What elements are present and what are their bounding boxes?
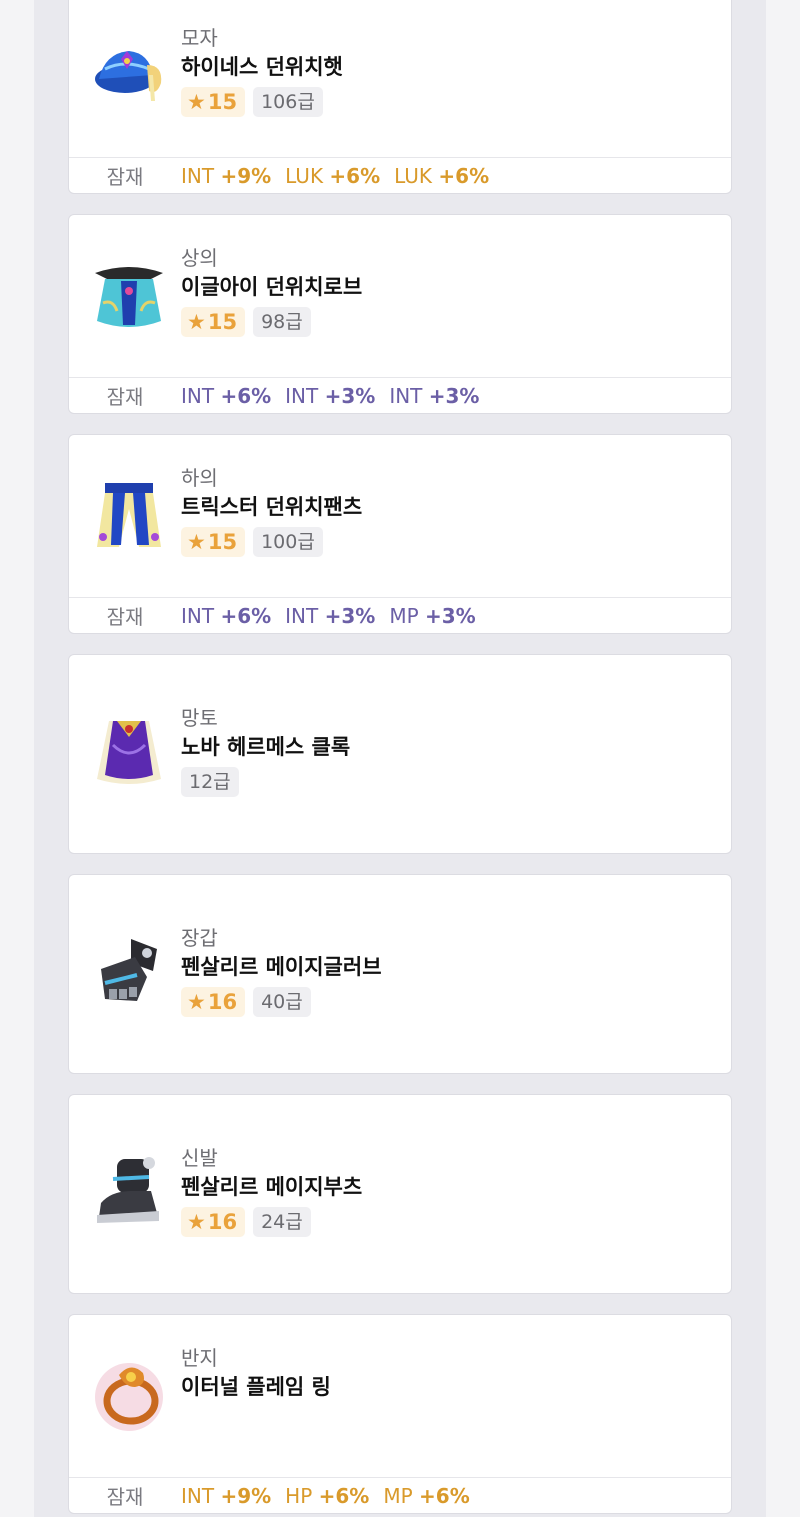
potential-line: INT +3% <box>285 603 376 628</box>
equipment-card-ring[interactable]: 반지 이터널 플레임 링 잠재 INT +9% HP +6% MP +6% <box>68 1314 732 1514</box>
grade-badge: 100급 <box>253 527 323 557</box>
equipment-card-bottom[interactable]: 하의 트릭스터 던위치팬츠 ★ 15 100급 잠재 INT +6% INT +3… <box>68 434 732 634</box>
potential-line: INT +9% <box>181 163 272 188</box>
potential-line: INT +3% <box>285 383 376 408</box>
item-name[interactable]: 이터널 플레임 링 <box>181 1373 331 1405</box>
equipment-card-gloves[interactable]: 장갑 펜살리르 메이지글러브 ★ 16 40급 <box>68 874 732 1074</box>
starforce-badge: ★ 15 <box>181 307 246 337</box>
starforce-value: 16 <box>207 1210 238 1234</box>
item-slot: 망토 <box>181 706 218 730</box>
glove-icon <box>91 933 167 1009</box>
potential-line: HP +6% <box>285 1483 370 1508</box>
potential-line: MP +6% <box>383 1483 470 1508</box>
potential-row: 잠재 INT +9% LUK +6% LUK +6% <box>69 157 731 193</box>
potential-line: INT +3% <box>389 383 480 408</box>
starforce-badge: ★ 15 <box>181 527 246 557</box>
item-slot: 상의 <box>181 246 218 270</box>
item-name[interactable]: 노바 헤르메스 클록 <box>181 733 350 765</box>
potential-line: INT +6% <box>181 603 272 628</box>
potential-row: 잠재 INT +9% HP +6% MP +6% <box>69 1477 731 1513</box>
starforce-badge: ★ 16 <box>181 1207 246 1237</box>
potential-label: 잠재 <box>106 1485 144 1509</box>
starforce-value: 15 <box>207 530 238 554</box>
potential-label: 잠재 <box>106 605 144 629</box>
ring-icon <box>91 1357 167 1433</box>
item-slot: 장갑 <box>181 926 218 950</box>
robe-icon <box>91 263 167 339</box>
potential-line: LUK +6% <box>394 163 490 188</box>
item-name[interactable]: 트릭스터 던위치팬츠 <box>181 493 362 525</box>
star-icon: ★ <box>187 90 206 114</box>
item-slot: 하의 <box>181 466 218 490</box>
potential-line: LUK +6% <box>285 163 381 188</box>
cape-icon <box>91 715 167 791</box>
item-name[interactable]: 펜살리르 메이지부츠 <box>181 1173 362 1205</box>
potential-line: MP +3% <box>389 603 476 628</box>
item-slot: 반지 <box>181 1346 218 1370</box>
starforce-badge: ★ 16 <box>181 987 246 1017</box>
equipment-card-shoes[interactable]: 신발 펜살리르 메이지부츠 ★ 16 24급 <box>68 1094 732 1294</box>
grade-badge: 98급 <box>253 307 311 337</box>
grade-badge: 24급 <box>253 1207 311 1237</box>
potential-row: 잠재 INT +6% INT +3% MP +3% <box>69 597 731 633</box>
item-slot: 신발 <box>181 1146 218 1170</box>
boots-icon <box>91 1153 167 1229</box>
starforce-badge: ★ 15 <box>181 87 246 117</box>
star-icon: ★ <box>187 530 206 554</box>
potential-label: 잠재 <box>106 385 144 409</box>
item-name[interactable]: 하이네스 던위치햇 <box>181 53 343 85</box>
grade-badge: 40급 <box>253 987 311 1017</box>
star-icon: ★ <box>187 990 206 1014</box>
potential-line: INT +9% <box>181 1483 272 1508</box>
potential-row: 잠재 INT +6% INT +3% INT +3% <box>69 377 731 413</box>
grade-badge: 106급 <box>253 87 323 117</box>
potential-label: 잠재 <box>106 165 144 189</box>
item-name[interactable]: 이글아이 던위치로브 <box>181 273 362 305</box>
hat-icon <box>91 35 167 111</box>
star-icon: ★ <box>187 310 206 334</box>
equipment-card-cape[interactable]: 망토 노바 헤르메스 클록 12급 <box>68 654 732 854</box>
item-slot: 모자 <box>181 26 218 50</box>
pants-icon <box>91 479 167 555</box>
starforce-value: 15 <box>207 310 238 334</box>
equipment-card-top[interactable]: 상의 이글아이 던위치로브 ★ 15 98급 잠재 INT +6% INT +3%… <box>68 214 732 414</box>
star-icon: ★ <box>187 1210 206 1234</box>
grade-badge: 12급 <box>181 767 239 797</box>
item-name[interactable]: 펜살리르 메이지글러브 <box>181 953 382 985</box>
starforce-value: 16 <box>207 990 238 1014</box>
equipment-card-hat[interactable]: 모자 하이네스 던위치햇 ★ 15 106급 잠재 INT +9% LUK +6%… <box>68 0 732 194</box>
starforce-value: 15 <box>207 90 238 114</box>
potential-line: INT +6% <box>181 383 272 408</box>
